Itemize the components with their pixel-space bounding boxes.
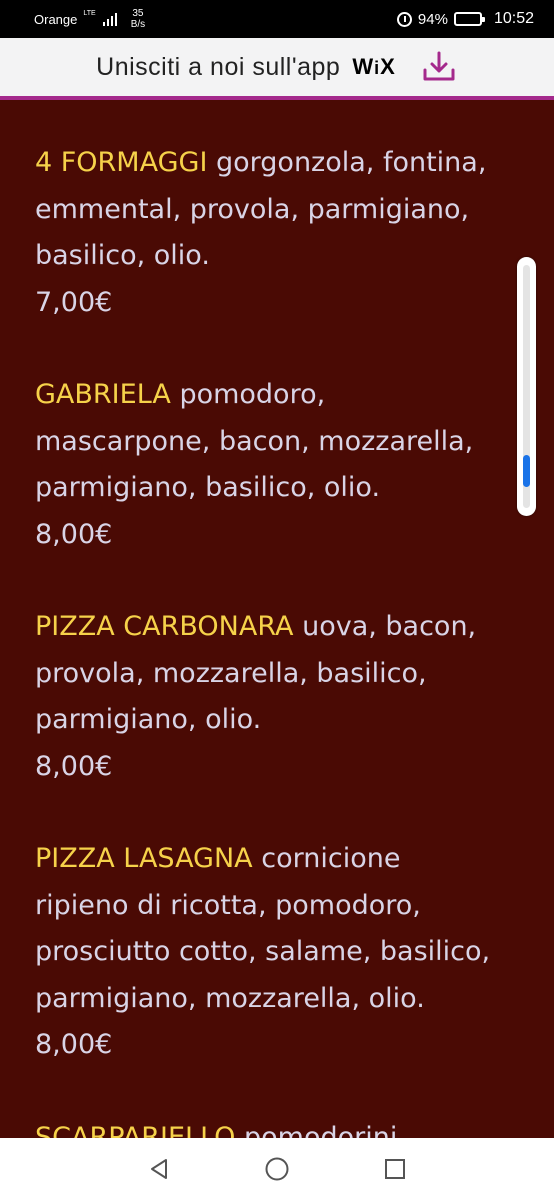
network-speed-unit: B/s <box>130 19 146 30</box>
menu-item-price: 8,00€ <box>35 1029 113 1060</box>
menu-item-name: PIZZA CARBONARA <box>35 611 294 642</box>
download-icon[interactable] <box>420 48 458 86</box>
banner-text: Unisciti a noi sull'app <box>96 52 341 81</box>
network-speed-value: 35 <box>132 8 144 19</box>
system-nav-bar <box>0 1138 554 1200</box>
status-left: Orange LTE 35 B/s <box>34 8 145 30</box>
menu-item-ingredients: pomodorini <box>244 1121 398 1139</box>
battery-icon <box>453 12 485 26</box>
menu-item-pizza-lasagna: PIZZA LASAGNA cornicione ripieno di rico… <box>35 836 494 1069</box>
back-triangle-icon[interactable] <box>145 1155 173 1183</box>
menu-item-name: PIZZA LASAGNA <box>35 843 253 874</box>
scrollbar-thumb[interactable] <box>523 454 530 487</box>
network-speed: 35 B/s <box>131 8 145 30</box>
menu-item-scarpariello: SCARPARIELLO pomodorini <box>35 1115 494 1139</box>
menu-item-name: SCARPARIELLO <box>35 1121 236 1139</box>
menu-item-name: 4 FORMAGGI <box>35 147 208 178</box>
menu-item-price: 8,00€ <box>35 750 113 782</box>
carrier-label: Orange <box>34 11 78 27</box>
menu-item-gabriela: GABRIELA pomodoro, mascarpone, bacon, mo… <box>35 372 494 558</box>
clock: 10:52 <box>493 10 534 27</box>
signal-icon <box>102 12 117 26</box>
menu-content[interactable]: 4 FORMAGGI gorgonzola, fontina, emmental… <box>0 104 554 1138</box>
status-right: 94% 10:52 <box>396 10 534 28</box>
recents-square-icon[interactable] <box>381 1155 409 1183</box>
home-circle-icon[interactable] <box>263 1155 291 1183</box>
menu-item-price: 8,00€ <box>35 518 113 550</box>
menu-item-4-formaggi: 4 FORMAGGI gorgonzola, fontina, emmental… <box>35 140 494 326</box>
menu-item-name: GABRIELA <box>35 379 171 410</box>
wix-app-banner[interactable]: Unisciti a noi sull'app WiX <box>0 38 554 100</box>
status-bar: Orange LTE 35 B/s 94% 10:52 <box>0 0 554 38</box>
menu-item-price: 7,00€ <box>35 286 113 318</box>
network-type-label: LTE <box>83 9 96 17</box>
battery-percent: 94% <box>417 10 448 28</box>
wix-logo: WiX <box>352 54 396 79</box>
scrollbar[interactable] <box>517 257 536 516</box>
menu-item-pizza-carbonara: PIZZA CARBONARA uova, bacon, provola, mo… <box>35 604 494 790</box>
alarm-icon <box>396 11 412 27</box>
